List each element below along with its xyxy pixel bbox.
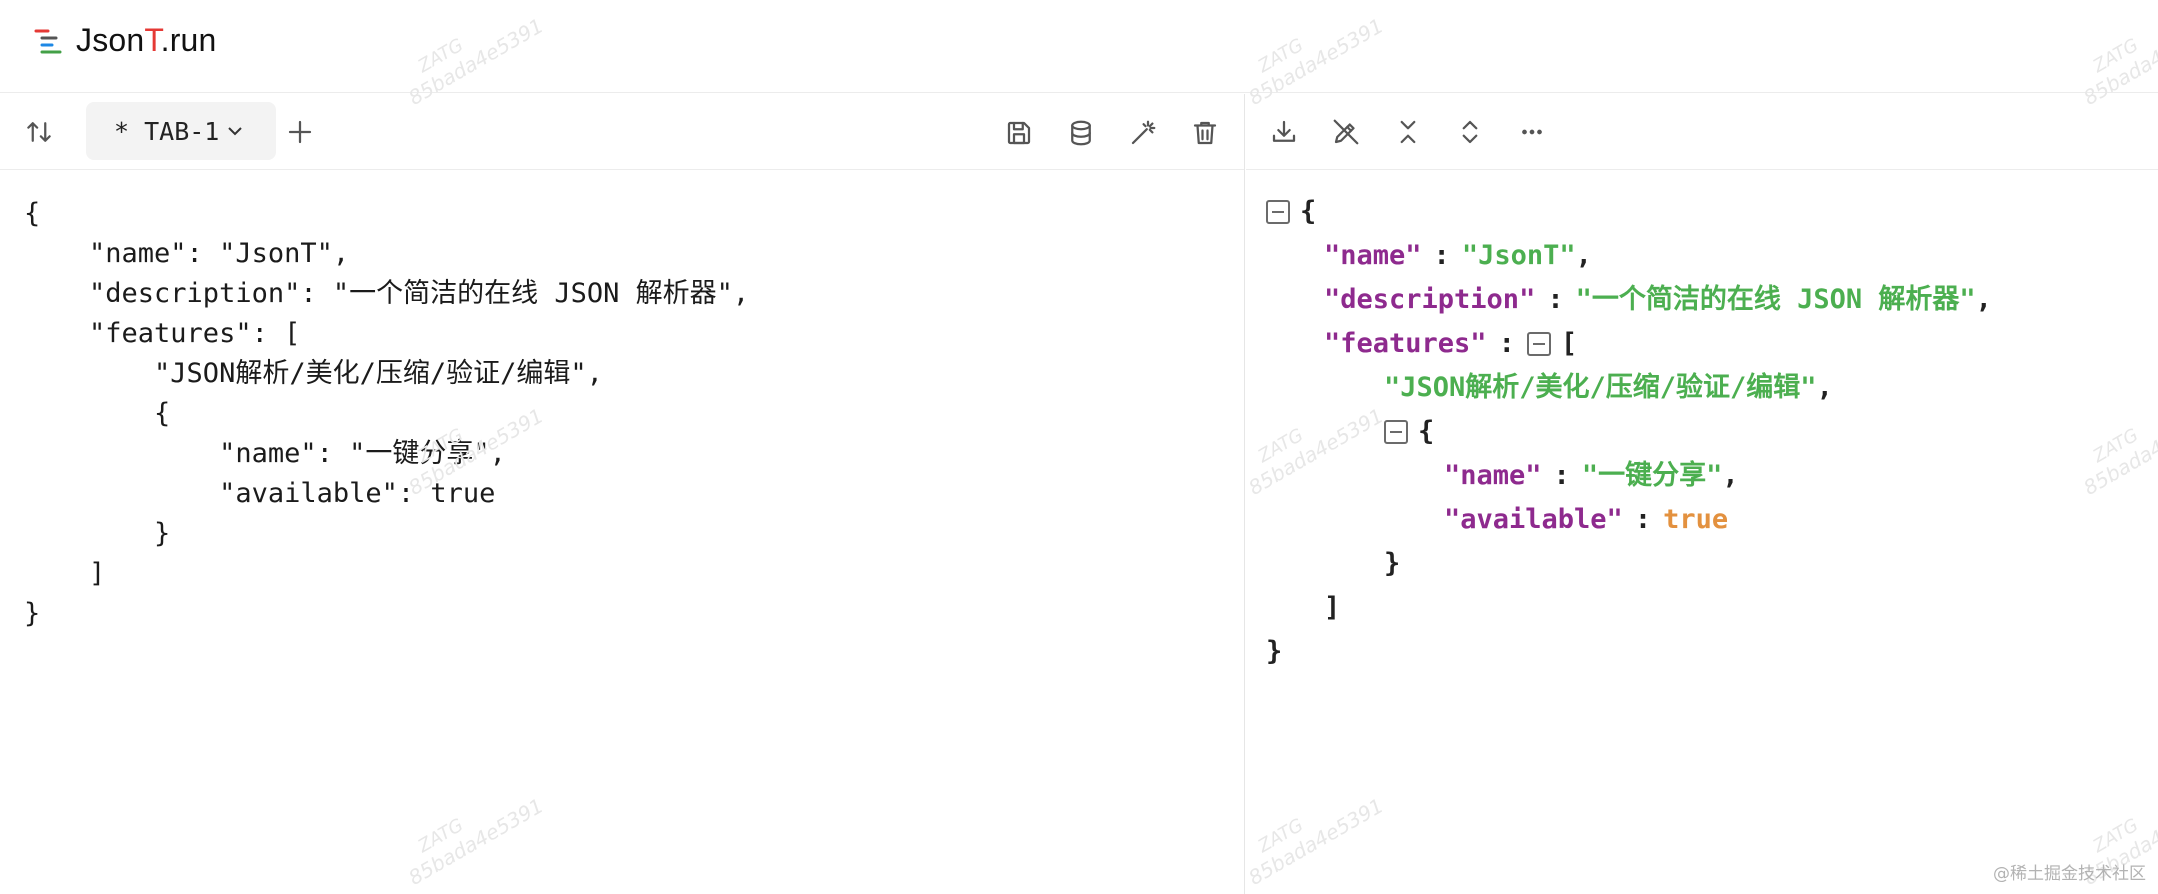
tree-key: "available" (1444, 504, 1623, 535)
tree-string-value[interactable]: "JSON解析/美化/压缩/验证/编辑" (1384, 366, 1817, 410)
more-horizontal-icon[interactable] (1512, 112, 1552, 152)
brand-title[interactable]: JsonT.run (76, 22, 217, 59)
code-line: } (24, 598, 41, 629)
editor-pane: * TAB-1 { "name": "JsonT", "description"… (0, 94, 1245, 894)
plus-icon[interactable] (280, 112, 320, 152)
brand-prefix: Json (76, 22, 145, 58)
swap-vertical-icon[interactable] (19, 112, 59, 152)
tree-string-value[interactable]: "JsonT" (1462, 234, 1576, 278)
tree-row-feature-item: "JSON解析/美化/压缩/验证/编辑", (1266, 366, 1992, 410)
app-header: JsonT.run (0, 0, 2158, 93)
tab-1[interactable]: * TAB-1 (86, 102, 276, 160)
tree-string-value[interactable]: "一键分享" (1582, 454, 1723, 498)
brand-suffix: .run (160, 22, 217, 58)
tree-view-pane: { "name": "JsonT", "description": "一个简洁的在线… (1246, 94, 2158, 894)
tree-boolean-value[interactable]: true (1663, 498, 1728, 542)
save-icon[interactable] (999, 113, 1039, 153)
json-editor[interactable]: { "name": "JsonT", "description": "一个简洁的… (24, 194, 749, 634)
collapse-toggle-icon[interactable] (1526, 332, 1551, 356)
code-line: "name": "一键分享", (24, 438, 506, 469)
code-line: ] (24, 558, 106, 589)
code-line: "JSON解析/美化/压缩/验证/编辑", (24, 358, 603, 389)
tree-toolbar (1246, 94, 2158, 170)
tree-key: "name" (1324, 240, 1422, 271)
tree-key: "description" (1324, 284, 1536, 315)
tree-row-available: "available": true (1266, 498, 1992, 542)
edit-off-icon[interactable] (1326, 112, 1366, 152)
collapse-all-icon[interactable] (1388, 112, 1428, 152)
tab-label: * TAB-1 (114, 116, 220, 146)
tree-row-description: "description": "一个简洁的在线 JSON 解析器", (1266, 278, 1992, 322)
source-credit: @稀土掘金技术社区 (1993, 864, 2146, 884)
tree-row-nested-name: "name": "一键分享", (1266, 454, 1992, 498)
database-icon[interactable] (1061, 113, 1101, 153)
tree-string-value[interactable]: "一个简洁的在线 JSON 解析器" (1576, 278, 1976, 322)
code-line: "description": "一个简洁的在线 JSON 解析器", (24, 278, 750, 309)
brand-accent: T (144, 22, 161, 58)
tree-key: "name" (1444, 460, 1542, 491)
code-line: { (24, 398, 171, 429)
collapse-toggle-icon[interactable] (1384, 420, 1408, 444)
magic-wand-icon[interactable] (1123, 113, 1163, 153)
json-tree: { "name": "JsonT", "description": "一个简洁的在线… (1266, 190, 1992, 674)
expand-all-icon[interactable] (1450, 112, 1490, 152)
trash-icon[interactable] (1185, 113, 1225, 153)
tree-row-name: "name": "JsonT", (1266, 234, 1992, 278)
menu-lines-logo-icon (34, 29, 62, 54)
code-line: "name": "JsonT", (24, 238, 350, 269)
code-line: "features": [ (24, 318, 301, 349)
tree-row-features: "features":[ (1266, 322, 1992, 366)
code-line: { (24, 198, 41, 229)
collapse-toggle-icon[interactable] (1266, 200, 1290, 224)
chevron-down-icon[interactable] (223, 119, 247, 143)
tree-row-object-close: } (1384, 548, 1401, 579)
tree-root-close: } (1266, 636, 1283, 667)
editor-toolbar: * TAB-1 (0, 94, 1244, 170)
tree-root-open: { (1266, 190, 1992, 234)
code-line: "available": true (24, 478, 496, 509)
tree-row-object-open: { (1266, 410, 1992, 454)
tree-key: "features" (1324, 328, 1487, 359)
tree-row-array-close: ] (1324, 592, 1341, 623)
code-line: } (24, 518, 171, 549)
download-icon[interactable] (1264, 112, 1304, 152)
